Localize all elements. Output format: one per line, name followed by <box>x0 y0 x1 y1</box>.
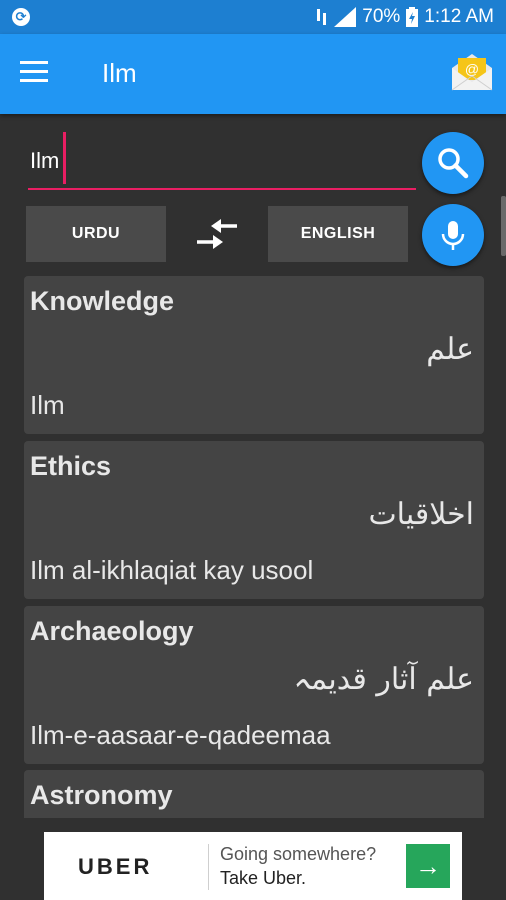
mail-icon[interactable]: @ <box>450 52 494 92</box>
search-area: URDU ENGLISH <box>0 114 506 274</box>
text-caret <box>63 132 66 184</box>
target-language-button[interactable]: ENGLISH <box>268 206 408 262</box>
battery-icon <box>406 7 419 27</box>
result-card[interactable]: Ethics اخلاقیات Ilm al-ikhlaqiat kay uso… <box>24 441 484 599</box>
app-bar: Ilm @ <box>0 34 506 114</box>
ad-brand: UBER <box>78 854 153 879</box>
search-icon <box>438 148 469 179</box>
search-input[interactable] <box>28 134 416 190</box>
ad-subline: Take Uber. <box>220 868 307 888</box>
urdu-word: علم <box>426 332 474 367</box>
search-button[interactable] <box>422 132 484 194</box>
english-word: Knowledge <box>30 286 175 316</box>
result-card[interactable]: Astronomy <box>24 770 484 818</box>
ad-headline: Going somewhere? <box>220 844 377 864</box>
signal-icon <box>334 7 357 27</box>
status-indicators: 70% 1:12 AM <box>316 6 494 28</box>
clock: 1:12 AM <box>424 6 494 27</box>
scrollbar[interactable] <box>501 196 506 256</box>
roman-urdu: Ilm al-ikhlaqiat kay usool <box>30 555 314 585</box>
sync-notification-icon: ⟳ <box>12 8 30 26</box>
urdu-word: اخلاقیات <box>368 497 474 532</box>
result-card[interactable]: Archaeology علم آثار قدیمہ Ilm-e-aasaar-… <box>24 606 484 764</box>
status-bar: ⟳ 70% 1:12 AM <box>0 0 506 34</box>
roman-urdu: Ilm <box>30 390 65 420</box>
roman-urdu: Ilm-e-aasaar-e-qadeemaa <box>30 720 331 750</box>
results-list: Knowledge علم Ilm Ethics اخلاقیات Ilm al… <box>24 276 484 818</box>
data-transfer-icon <box>317 9 327 25</box>
english-word: Astronomy <box>30 780 173 810</box>
voice-input-button[interactable] <box>422 204 484 266</box>
microphone-icon <box>441 221 465 250</box>
menu-icon[interactable] <box>20 61 48 85</box>
battery-percent: 70% <box>362 6 401 27</box>
english-word: Ethics <box>30 451 112 481</box>
arrow-right-icon[interactable]: → <box>406 844 450 888</box>
ad-divider <box>208 844 209 890</box>
swap-languages-icon[interactable] <box>193 217 241 251</box>
app-title: Ilm <box>102 58 137 88</box>
ad-banner[interactable]: UBER Going somewhere? Take Uber. → <box>44 832 462 900</box>
english-word: Archaeology <box>30 616 194 646</box>
source-language-button[interactable]: URDU <box>26 206 166 262</box>
svg-text:@: @ <box>465 61 479 77</box>
result-card[interactable]: Knowledge علم Ilm <box>24 276 484 434</box>
urdu-word: علم آثار قدیمہ <box>293 662 474 697</box>
